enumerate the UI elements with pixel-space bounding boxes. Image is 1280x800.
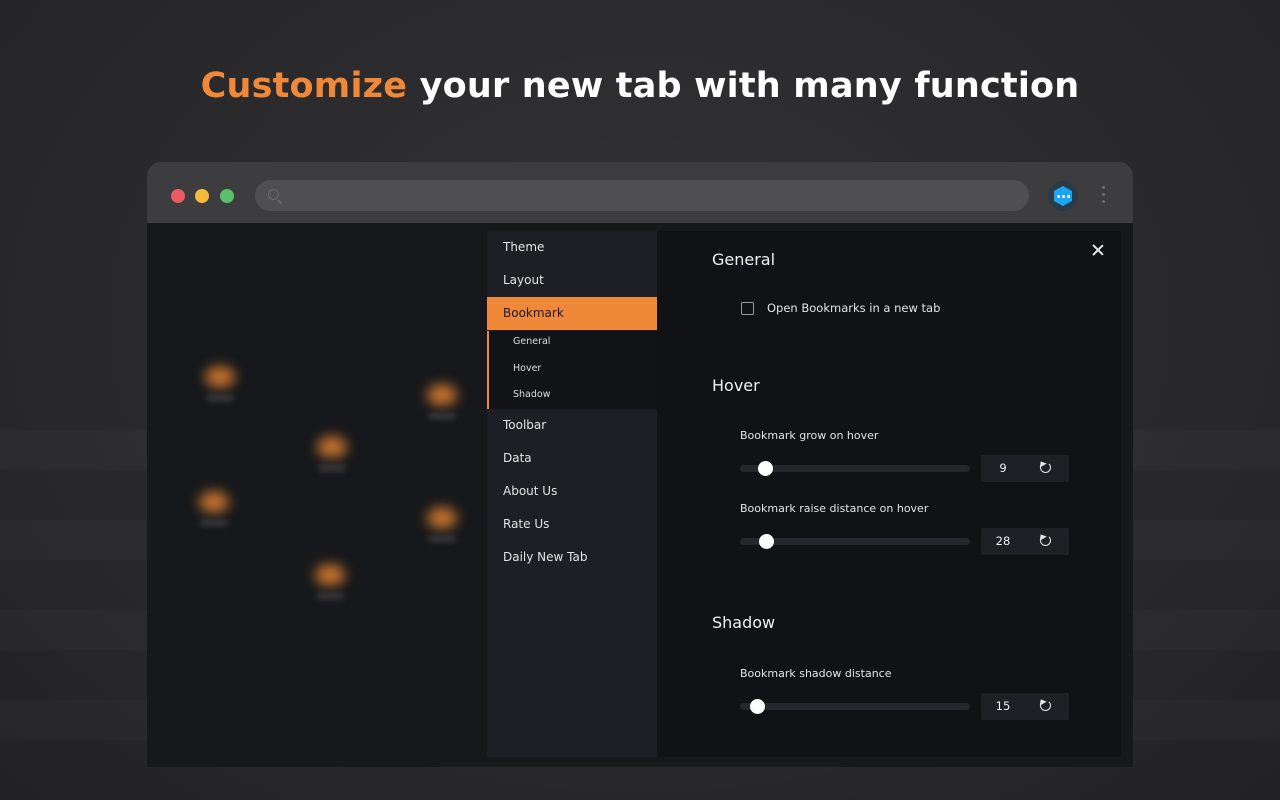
blurred-bookmark <box>427 507 457 529</box>
blurred-bookmark-label <box>316 593 344 599</box>
raise-distance-label: Bookmark raise distance on hover <box>740 502 929 515</box>
hexagon-dots-icon <box>1054 186 1072 206</box>
maximize-window-button[interactable] <box>220 189 234 203</box>
reset-icon[interactable] <box>1040 700 1051 711</box>
blurred-bookmark <box>199 491 229 513</box>
blurred-bookmark-label <box>206 395 234 401</box>
grow-on-hover-label: Bookmark grow on hover <box>740 429 879 442</box>
bookmark-subnav: General Hover Shadow <box>487 331 657 409</box>
extension-button[interactable] <box>1048 181 1078 211</box>
subnav-item-general[interactable]: General <box>513 336 550 347</box>
nav-item-bookmark[interactable]: Bookmark <box>487 297 657 330</box>
raise-distance-value[interactable]: 28 <box>981 534 1025 548</box>
slider-thumb[interactable] <box>758 461 774 476</box>
headline-accent: Customize <box>200 66 408 106</box>
search-icon <box>268 189 279 200</box>
browser-window: Theme Layout Bookmark General Hover Shad… <box>147 162 1133 767</box>
grow-on-hover-slider[interactable] <box>740 461 970 476</box>
address-bar[interactable] <box>255 180 1029 211</box>
shadow-distance-value[interactable]: 15 <box>981 699 1025 713</box>
slider-thumb[interactable] <box>759 534 775 549</box>
close-icon[interactable] <box>1091 243 1105 257</box>
blurred-bookmark <box>427 384 457 406</box>
blurred-bookmark-label <box>428 536 456 542</box>
open-new-tab-checkbox[interactable] <box>741 302 754 315</box>
nav-item-theme[interactable]: Theme <box>487 231 657 264</box>
nav-item-layout[interactable]: Layout <box>487 264 657 297</box>
shadow-distance-label: Bookmark shadow distance <box>740 667 892 680</box>
grow-on-hover-value-box: 9 <box>981 455 1069 482</box>
settings-panel: Theme Layout Bookmark General Hover Shad… <box>487 231 1121 757</box>
section-title-hover: Hover <box>712 376 760 395</box>
settings-sidebar: Theme Layout Bookmark General Hover Shad… <box>487 231 657 757</box>
blurred-bookmark-label <box>428 413 456 419</box>
nav-item-about-us[interactable]: About Us <box>487 475 657 508</box>
minimize-window-button[interactable] <box>195 189 209 203</box>
subnav-item-shadow[interactable]: Shadow <box>513 389 551 400</box>
shadow-distance-value-box: 15 <box>981 693 1069 720</box>
raise-distance-slider[interactable] <box>740 534 970 549</box>
blurred-bookmark <box>315 564 345 586</box>
headline-text: your new tab with many function <box>419 66 1080 106</box>
slider-thumb[interactable] <box>750 699 766 714</box>
shadow-distance-slider[interactable] <box>740 699 970 714</box>
promo-headline: Customize your new tab with many functio… <box>0 66 1280 106</box>
section-title-general: General <box>712 250 776 269</box>
reset-icon[interactable] <box>1040 535 1051 546</box>
grow-on-hover-value[interactable]: 9 <box>981 461 1025 475</box>
subnav-item-hover[interactable]: Hover <box>513 363 541 374</box>
blurred-bookmark <box>205 366 235 388</box>
new-tab-page: Theme Layout Bookmark General Hover Shad… <box>147 223 1133 767</box>
nav-item-rate-us[interactable]: Rate Us <box>487 508 657 541</box>
browser-toolbar <box>147 162 1133 223</box>
nav-item-data[interactable]: Data <box>487 442 657 475</box>
section-title-shadow: Shadow <box>712 613 776 632</box>
nav-item-toolbar[interactable]: Toolbar <box>487 409 657 442</box>
blurred-bookmark <box>317 436 347 458</box>
reset-icon[interactable] <box>1040 462 1051 473</box>
blurred-bookmark-label <box>318 465 346 471</box>
open-new-tab-label: Open Bookmarks in a new tab <box>767 301 941 315</box>
raise-distance-value-box: 28 <box>981 528 1069 555</box>
close-window-button[interactable] <box>171 189 185 203</box>
nav-item-daily-new-tab[interactable]: Daily New Tab <box>487 541 657 574</box>
kebab-menu-icon[interactable] <box>1102 186 1106 208</box>
blurred-bookmark-label <box>200 520 228 526</box>
